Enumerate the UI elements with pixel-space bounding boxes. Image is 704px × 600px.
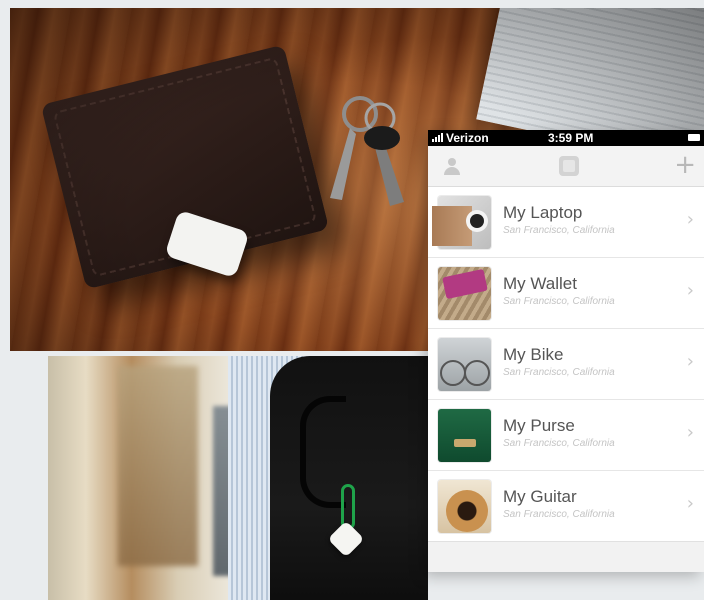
item-title: My Guitar: [503, 487, 577, 506]
status-bar: Verizon 3:59 PM: [428, 130, 704, 146]
item-location: San Francisco, California: [503, 438, 615, 449]
phone-screen: Verizon 3:59 PM + My Laptop San Francisc…: [428, 130, 704, 572]
person-icon[interactable]: [442, 156, 462, 176]
bike-thumbnail: [438, 338, 491, 391]
list-item-wallet[interactable]: My Wallet San Francisco, California ›: [428, 258, 704, 329]
add-item-button[interactable]: +: [674, 151, 696, 179]
chevron-right-icon: ›: [686, 493, 694, 514]
item-title: My Purse: [503, 416, 575, 435]
guitar-case-photo: [48, 356, 428, 600]
item-title: My Laptop: [503, 203, 583, 222]
tile-logo-icon[interactable]: [559, 156, 579, 176]
app-nav-bar: +: [428, 146, 704, 187]
laptop-thumbnail: [432, 196, 491, 249]
guitar-thumbnail: [438, 480, 491, 533]
item-location: San Francisco, California: [503, 296, 615, 307]
chevron-right-icon: ›: [686, 280, 694, 301]
item-location: San Francisco, California: [503, 225, 615, 236]
status-time: 3:59 PM: [548, 131, 594, 145]
item-title: My Bike: [503, 345, 564, 364]
wallet-thumbnail: [438, 267, 491, 320]
bag-strap: [300, 396, 346, 508]
list-item-bike[interactable]: My Bike San Francisco, California ›: [428, 329, 704, 400]
list-item-guitar[interactable]: My Guitar San Francisco, California ›: [428, 471, 704, 542]
guitar-gig-bag: [270, 356, 428, 600]
wall-painting: [118, 366, 198, 566]
battery-icon: [688, 134, 700, 141]
chevron-right-icon: ›: [686, 209, 694, 230]
carrier-name: Verizon: [446, 131, 489, 145]
item-title: My Wallet: [503, 274, 577, 293]
chevron-right-icon: ›: [686, 351, 694, 372]
item-location: San Francisco, California: [503, 509, 615, 520]
purse-thumbnail: [438, 409, 491, 462]
tracked-items-list: My Laptop San Francisco, California › My…: [428, 187, 704, 542]
list-item-laptop[interactable]: My Laptop San Francisco, California ›: [428, 187, 704, 258]
signal-strength-icon: [432, 133, 443, 142]
chevron-right-icon: ›: [686, 422, 694, 443]
list-footer: [428, 541, 704, 572]
list-item-purse[interactable]: My Purse San Francisco, California ›: [428, 400, 704, 471]
item-location: San Francisco, California: [503, 367, 615, 378]
